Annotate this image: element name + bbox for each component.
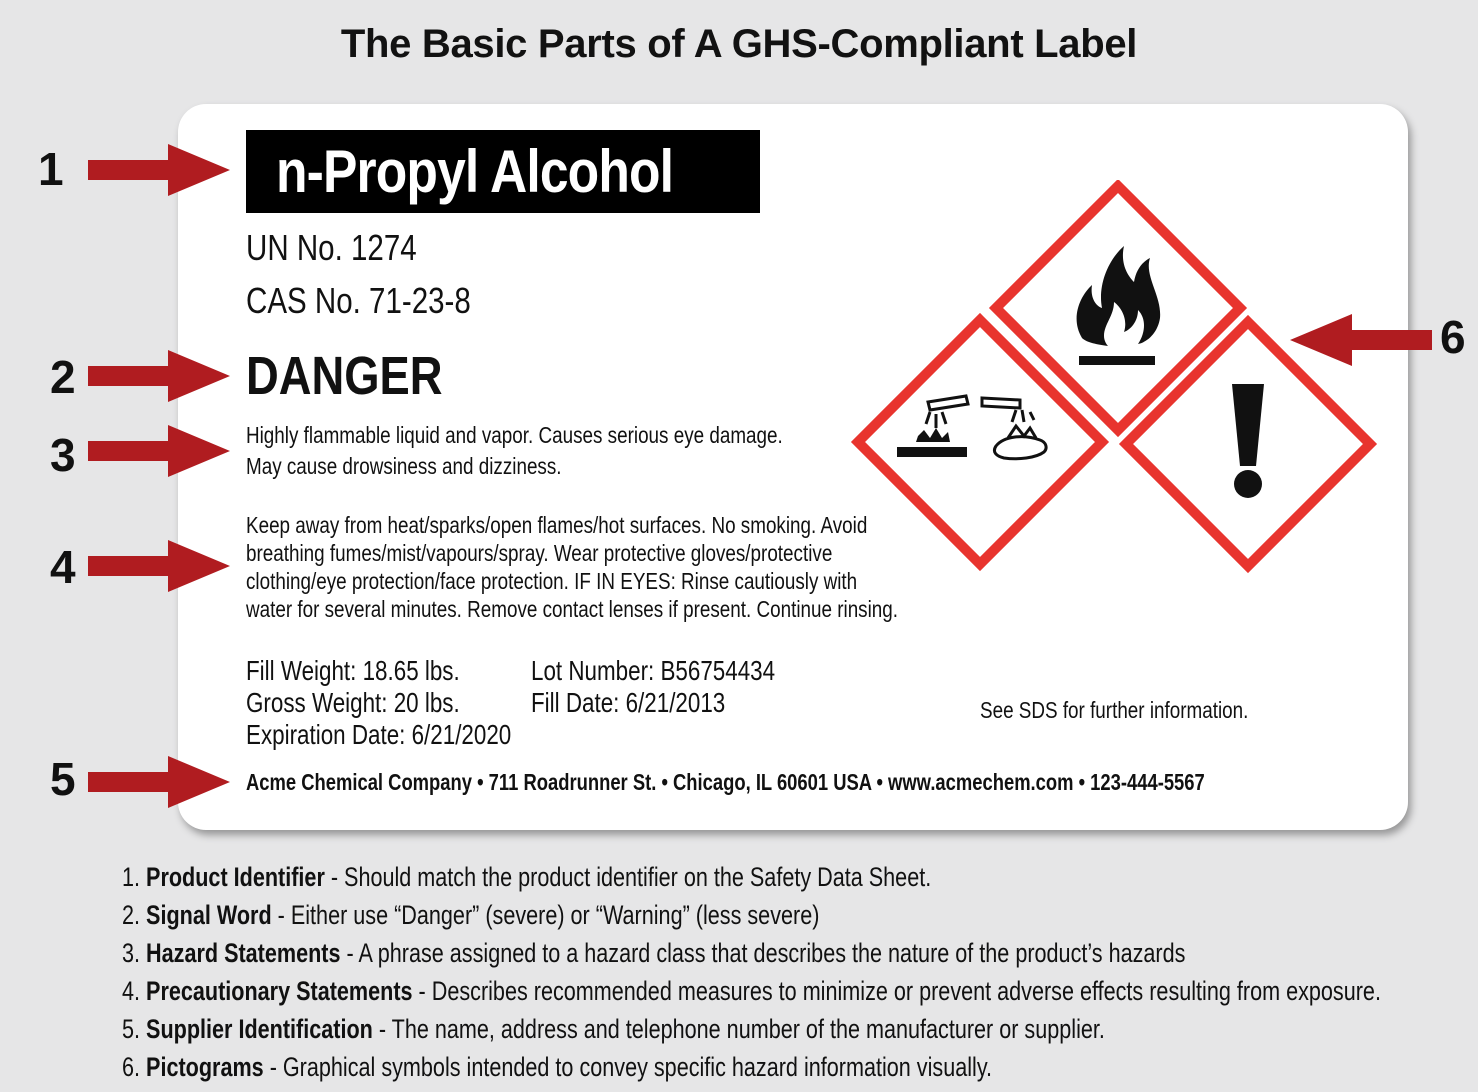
precautionary-statement: Keep away from heat/sparks/open flames/h…: [246, 512, 868, 538]
pictograms: [850, 180, 1378, 574]
signal-word: DANGER: [246, 346, 443, 406]
legend-term: Pictograms: [146, 1052, 264, 1082]
legend-item: 1. Product Identifier - Should match the…: [122, 862, 931, 893]
expiration-date: Expiration Date: 6/21/2020: [246, 719, 512, 750]
precautionary-statement: breathing fumes/mist/vapours/spray. Wear…: [246, 540, 833, 566]
legend-index: 4.: [122, 976, 141, 1006]
callout-arrow: [1290, 314, 1432, 366]
legend-item: 6. Pictograms - Graphical symbols intend…: [122, 1052, 992, 1083]
callout-arrow: [88, 425, 230, 477]
lot-number: Lot Number: B56754434: [531, 655, 776, 686]
cas-number: CAS No. 71-23-8: [246, 280, 471, 321]
legend-description: - Either use “Danger” (severe) or “Warni…: [271, 900, 820, 930]
legend-term: Supplier Identification: [146, 1014, 373, 1044]
callout-arrow: [88, 540, 230, 592]
legend-index: 1.: [122, 862, 141, 892]
legend-item: 5. Supplier Identification - The name, a…: [122, 1014, 1105, 1045]
legend-index: 6.: [122, 1052, 141, 1082]
callout-number: 2: [50, 351, 76, 403]
page-title: The Basic Parts of A GHS-Compliant Label: [340, 22, 1138, 66]
legend-term: Hazard Statements: [146, 938, 341, 968]
fill-weight: Fill Weight: 18.65 lbs.: [246, 655, 460, 686]
legend-term: Precautionary Statements: [146, 976, 413, 1006]
gross-weight: Gross Weight: 20 lbs.: [246, 687, 460, 718]
supplier-identification: Acme Chemical Company • 711 Roadrunner S…: [246, 769, 1205, 795]
hazard-statement: May cause drowsiness and dizziness.: [246, 453, 562, 479]
precautionary-statement: water for several minutes. Remove contac…: [246, 596, 899, 622]
callout-arrow: [88, 756, 230, 808]
legend-index: 5.: [122, 1014, 141, 1044]
legend-description: - A phrase assigned to a hazard class th…: [340, 938, 1186, 968]
legend-description: - Describes recommended measures to mini…: [412, 976, 1381, 1006]
fill-date: Fill Date: 6/21/2013: [531, 687, 726, 718]
legend-description: - Should match the product identifier on…: [324, 862, 932, 892]
callout-number: 4: [50, 541, 76, 593]
legend-index: 2.: [122, 900, 141, 930]
legend-item: 2. Signal Word - Either use “Danger” (se…: [122, 900, 819, 931]
callout-arrow: [88, 144, 230, 196]
callout-number: 6: [1440, 311, 1466, 363]
legend-term: Signal Word: [146, 900, 272, 930]
legend-term: Product Identifier: [146, 862, 325, 892]
hazard-statement: Highly flammable liquid and vapor. Cause…: [246, 422, 783, 448]
legend-description: - Graphical symbols intended to convey s…: [263, 1052, 993, 1082]
callout-number: 1: [38, 143, 64, 195]
product-identifier: n-Propyl Alcohol: [276, 138, 674, 205]
legend-item: 4. Precautionary Statements - Describes …: [122, 976, 1381, 1007]
callout-number: 3: [50, 429, 76, 481]
precautionary-statement: clothing/eye protection/face protection.…: [246, 568, 858, 594]
un-number: UN No. 1274: [246, 227, 417, 268]
sds-note: See SDS for further information.: [980, 697, 1249, 723]
legend-index: 3.: [122, 938, 141, 968]
callout-arrow: [88, 350, 230, 402]
legend-item: 3. Hazard Statements - A phrase assigned…: [122, 938, 1185, 969]
legend-description: - The name, address and telephone number…: [372, 1014, 1105, 1044]
callout-number: 5: [50, 753, 76, 805]
